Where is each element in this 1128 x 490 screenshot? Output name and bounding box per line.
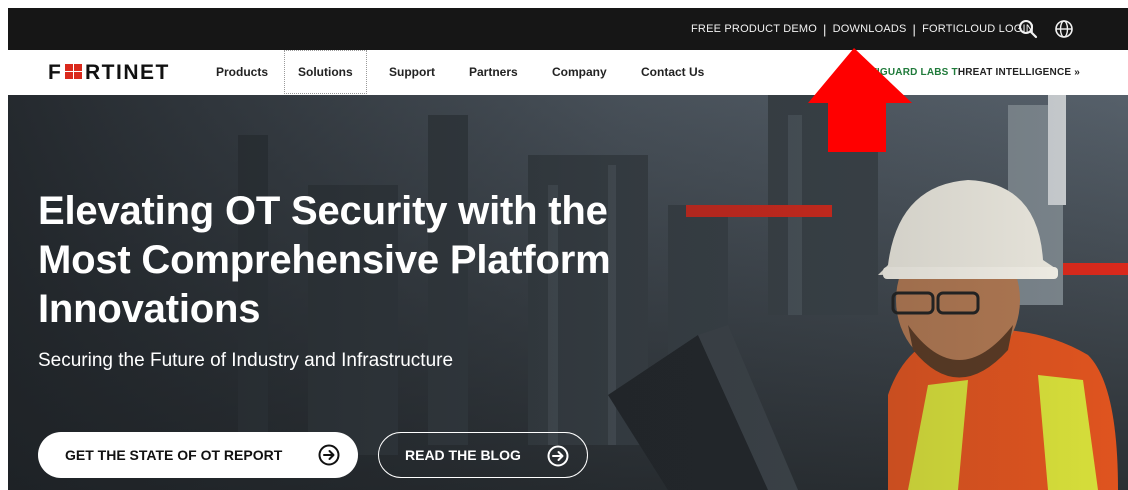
- fortinet-logo[interactable]: F RTINET: [48, 61, 194, 83]
- globe-icon[interactable]: [1054, 19, 1074, 39]
- svg-text:F: F: [48, 61, 62, 83]
- utility-bar: FREE PRODUCT DEMO | DOWNLOADS | FORTICLO…: [8, 8, 1128, 50]
- free-product-demo-link[interactable]: FREE PRODUCT DEMO: [691, 23, 817, 35]
- separator: |: [912, 21, 917, 37]
- main-nav: F RTINET Products Solutions Support Part…: [8, 50, 1128, 96]
- get-ot-report-label: GET THE STATE OF OT REPORT: [65, 447, 283, 463]
- get-ot-report-button[interactable]: GET THE STATE OF OT REPORT: [38, 432, 358, 478]
- nav-support[interactable]: Support: [389, 50, 435, 94]
- nav-products[interactable]: Products: [216, 50, 268, 94]
- read-the-blog-button[interactable]: READ THE BLOG: [378, 432, 588, 478]
- read-the-blog-label: READ THE BLOG: [405, 447, 521, 463]
- hero-headline: Elevating OT Security with the Most Comp…: [38, 189, 611, 331]
- search-icon[interactable]: [1018, 19, 1038, 39]
- separator: |: [823, 21, 827, 37]
- hero-banner: Elevating OT Security with the Most Comp…: [8, 95, 1128, 490]
- nav-company[interactable]: Company: [552, 50, 607, 94]
- arrow-right-circle-icon: [547, 445, 569, 467]
- threat-intelligence-label: HREAT INTELLIGENCE »: [957, 66, 1080, 78]
- browser-viewport: FREE PRODUCT DEMO | DOWNLOADS | FORTICLO…: [8, 8, 1128, 490]
- nav-partners[interactable]: Partners: [469, 50, 518, 94]
- svg-text:RTINET: RTINET: [85, 61, 170, 83]
- hero-subheadline: Securing the Future of Industry and Infr…: [38, 350, 454, 371]
- nav-solutions[interactable]: Solutions: [284, 50, 367, 94]
- arrow-right-circle-icon: [318, 444, 340, 466]
- downloads-link[interactable]: DOWNLOADS: [833, 23, 907, 35]
- nav-contact-us[interactable]: Contact Us: [641, 50, 704, 94]
- red-arrow-annotation: [808, 48, 912, 152]
- utility-links: FREE PRODUCT DEMO | DOWNLOADS | FORTICLO…: [691, 8, 1034, 50]
